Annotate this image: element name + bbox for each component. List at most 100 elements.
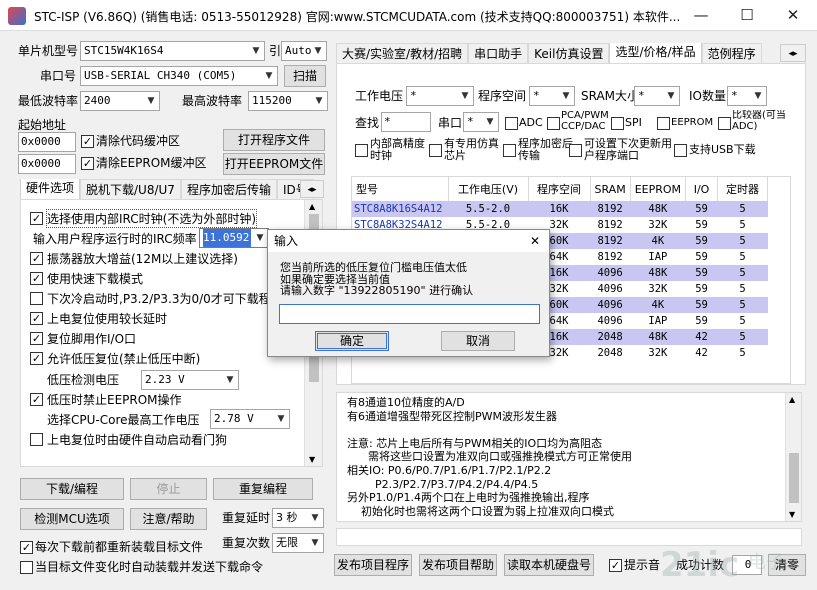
core-voltage-select[interactable]: 2.78 V ▼	[210, 409, 290, 429]
filter-sim-checkbox[interactable]	[429, 144, 442, 157]
dialog-ok-button[interactable]: 确定	[315, 331, 389, 351]
repeat-delay-select[interactable]: 3 秒 ▼	[272, 508, 324, 528]
right-tab-scroll-arrows[interactable]: ◂▸	[780, 44, 806, 62]
tab-hardware-options[interactable]: 硬件选项	[20, 179, 81, 200]
clear-eeprom-checkbox[interactable]: ✓	[81, 157, 94, 170]
read-disk-id-button[interactable]: 读取本机硬盘号	[504, 554, 594, 576]
filter-spi-label: SPI	[625, 116, 642, 129]
option-checkbox[interactable]: ✓	[30, 272, 43, 285]
scroll-down-icon[interactable]: ▼	[789, 510, 795, 519]
minimize-button[interactable]: —	[678, 0, 724, 30]
repeat-program-button[interactable]: 重复编程	[213, 478, 313, 500]
max-baud-select[interactable]: 115200 ▼	[248, 91, 328, 111]
option-checkbox[interactable]: ✓	[30, 393, 43, 406]
open-eeprom-button[interactable]: 打开EEPROM文件	[223, 153, 325, 175]
table-row[interactable]: STC8A8K16S4A12 5.5-2.0 16K 8192 48K 59 5	[352, 201, 768, 217]
scroll-thumb[interactable]	[789, 453, 799, 503]
option-long-reset-delay[interactable]: ✓ 上电复位使用较长延时	[30, 309, 300, 329]
option-checkbox[interactable]	[30, 292, 43, 305]
column-header[interactable]: SRAM	[590, 177, 631, 201]
option-checkbox[interactable]: ✓	[30, 332, 43, 345]
close-button[interactable]: ✕	[770, 0, 816, 30]
irc-frequency-select[interactable]: 11.0592 ▼	[199, 228, 269, 248]
dialog-cancel-button[interactable]: 取消	[441, 331, 515, 351]
tab-examples[interactable]: 范例程序	[701, 43, 762, 64]
column-header[interactable]: 型号	[352, 177, 449, 201]
repeat-count-select[interactable]: 无限 ▼	[272, 533, 324, 553]
table-cell: 16K	[528, 201, 590, 217]
tab-scroll-arrows[interactable]: ◂▸	[300, 180, 324, 198]
tab-competition[interactable]: 大赛/实验室/教材/招聘	[336, 43, 469, 64]
filter-encrypt-checkbox[interactable]	[503, 144, 516, 157]
publish-project-button[interactable]: 发布项目程序	[334, 554, 412, 576]
open-program-button[interactable]: 打开程序文件	[223, 129, 325, 151]
option-low-voltage-eeprom[interactable]: ✓ 低压时禁止EEPROM操作	[30, 390, 300, 410]
port-select[interactable]: USB-SERIAL CH340 (COM5) ▼	[80, 66, 278, 86]
filter-uart-select[interactable]: * ▼	[463, 112, 499, 132]
tab-serial-assistant[interactable]: 串口助手	[468, 43, 529, 64]
auto-load-checkbox[interactable]	[20, 561, 33, 574]
dialog-confirm-input[interactable]	[279, 304, 540, 324]
option-low-voltage-reset[interactable]: ✓ 允许低压复位(禁止低压中断)	[30, 349, 300, 369]
filter-spi-checkbox[interactable]	[611, 117, 624, 130]
reload-before-download-checkbox[interactable]: ✓	[20, 541, 33, 554]
low-voltage-select[interactable]: 2.23 V ▼	[141, 370, 239, 390]
column-header[interactable]: I/O	[685, 177, 719, 201]
scan-button[interactable]: 扫描	[284, 65, 326, 87]
scroll-up-icon[interactable]: ▲	[309, 202, 315, 211]
column-header[interactable]: 工作电压(V)	[448, 177, 529, 201]
download-program-button[interactable]: 下载/编程	[20, 478, 124, 500]
option-oscillator-gain[interactable]: ✓ 振荡器放大增益(12M以上建议选择)	[30, 249, 300, 269]
info-scrollbar[interactable]: ▲ ▼	[785, 393, 801, 521]
option-fast-download[interactable]: ✓ 使用快速下载模式	[30, 269, 300, 289]
column-header[interactable]: 定时器	[717, 177, 769, 201]
tab-encrypted-transfer[interactable]: 程序加密后传输	[180, 179, 277, 200]
filter-irc-checkbox[interactable]	[355, 144, 368, 157]
filter-usb-checkbox[interactable]	[674, 144, 687, 157]
info-line: P2.3/P2.7/P3.7/P4.2/P4.4/P4.5	[347, 477, 539, 491]
option-checkbox[interactable]	[30, 433, 43, 446]
scroll-down-icon[interactable]: ▼	[309, 455, 315, 464]
dialog-close-button[interactable]: ✕	[521, 230, 549, 252]
filter-sram-label: SRAM大小	[581, 89, 640, 103]
option-checkbox[interactable]: ✓	[30, 252, 43, 265]
help-button[interactable]: 注意/帮助	[130, 508, 207, 530]
option-cold-start-p32[interactable]: 下次冷启动时,P3.2/P3.3为0/0才可下载程序	[30, 289, 300, 309]
tab-offline-download[interactable]: 脱机下载/U8/U7	[80, 179, 181, 200]
tab-selection-price[interactable]: 选型/价格/样品	[609, 43, 702, 64]
filter-eeprom-checkbox[interactable]	[657, 117, 670, 130]
filter-adc-checkbox[interactable]	[505, 117, 518, 130]
filter-io-select[interactable]: * ▼	[727, 86, 767, 106]
clear-code-checkbox[interactable]: ✓	[81, 135, 94, 148]
filter-comparator-checkbox[interactable]	[718, 117, 731, 130]
start-address-input-2[interactable]: 0x0000	[18, 154, 76, 174]
option-checkbox[interactable]: ✓	[30, 212, 43, 225]
option-checkbox[interactable]: ✓	[30, 312, 43, 325]
maximize-button[interactable]: ☐	[724, 0, 770, 30]
filter-update-port-checkbox[interactable]	[569, 144, 582, 157]
mcu-model-select[interactable]: STC15W4K16S4 ▼	[80, 41, 265, 61]
chevron-down-icon: ▼	[265, 71, 273, 81]
table-cell: 59	[685, 281, 718, 297]
filter-prog-space-select[interactable]: * ▼	[529, 86, 575, 106]
tab-keil-simulation[interactable]: Keil仿真设置	[528, 43, 610, 64]
filter-voltage-select[interactable]: * ▼	[406, 86, 474, 106]
start-address-input-1[interactable]: 0x0000	[18, 132, 76, 152]
table-cell: 32K	[630, 345, 686, 361]
option-hw-watchdog[interactable]: 上电复位时由硬件自动启动看门狗	[30, 430, 300, 450]
filter-sram-select[interactable]: * ▼	[634, 86, 680, 106]
filter-search-input[interactable]: *	[381, 112, 431, 132]
publish-help-button[interactable]: 发布项目帮助	[419, 554, 497, 576]
column-header[interactable]: EEPROM	[630, 177, 687, 201]
stop-button[interactable]: 停止	[130, 478, 207, 500]
option-internal-irc[interactable]: ✓ 选择使用内部IRC时钟(不选为外部时钟)	[30, 209, 300, 229]
detect-mcu-button[interactable]: 检测MCU选项	[20, 508, 124, 530]
scroll-up-icon[interactable]: ▲	[789, 395, 795, 404]
min-baud-select[interactable]: 2400 ▼	[80, 91, 160, 111]
column-header[interactable]: 程序空间	[528, 177, 591, 201]
filter-pca-checkbox[interactable]	[547, 117, 560, 130]
option-reset-pin-io[interactable]: ✓ 复位脚用作I/O口	[30, 329, 300, 349]
pins-select[interactable]: Auto ▼	[281, 41, 327, 61]
option-checkbox[interactable]: ✓	[30, 352, 43, 365]
info-text-area[interactable]: 有8通道10位精度的A/D 有6通道增强型带死区控制PWM波形发生器 注意: 芯片上…	[336, 392, 802, 522]
